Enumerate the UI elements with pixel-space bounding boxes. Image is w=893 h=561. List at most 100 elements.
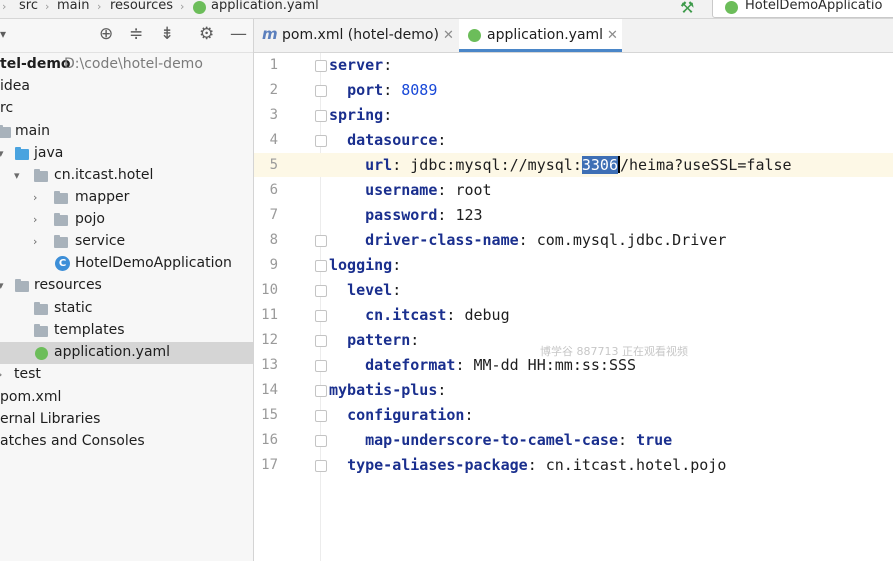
- spring-leaf-icon: [35, 347, 48, 360]
- fold-marker-icon[interactable]: [315, 360, 327, 372]
- code-line-15: configuration:: [347, 406, 474, 424]
- tree-item-label: static: [54, 300, 93, 316]
- run-config-label: HotelDemoApplicatio: [745, 0, 883, 13]
- tree-item-label: pom.xml: [0, 389, 62, 405]
- breadcrumb: › src › main › resources › application.y…: [0, 0, 893, 19]
- folder-icon: [34, 324, 48, 337]
- code-line-12: pattern:: [347, 331, 420, 349]
- tree-item[interactable]: › service: [0, 231, 253, 253]
- spring-leaf-icon: [468, 29, 481, 42]
- tree-item[interactable]: rc: [0, 98, 253, 120]
- breadcrumb-item[interactable]: resources: [110, 0, 173, 13]
- expand-all-icon[interactable]: ≑: [129, 24, 143, 44]
- close-icon[interactable]: ✕: [443, 28, 454, 43]
- spring-leaf-icon: [725, 1, 738, 14]
- line-number: 3: [269, 107, 278, 123]
- locate-target-icon[interactable]: ⊕: [99, 24, 113, 44]
- chevron-right-icon[interactable]: ›: [33, 235, 37, 248]
- tree-item[interactable]: main: [0, 121, 253, 143]
- yaml-value: true: [636, 431, 673, 449]
- yaml-value: root: [455, 181, 492, 199]
- tree-item[interactable]: ernal Libraries: [0, 409, 253, 431]
- fold-marker-icon[interactable]: [315, 135, 327, 147]
- gear-icon[interactable]: ⚙: [199, 24, 214, 44]
- code-line-3: spring:: [329, 106, 393, 124]
- tree-item-selected[interactable]: application.yaml: [0, 342, 253, 364]
- tree-item-label: idea: [0, 78, 30, 94]
- code-line-4: datasource:: [347, 131, 447, 149]
- tree-item[interactable]: › mapper: [0, 187, 253, 209]
- close-icon[interactable]: ✕: [607, 28, 618, 43]
- line-number: 10: [261, 282, 278, 298]
- tree-item-label: resources: [34, 277, 102, 293]
- code-line-9: logging:: [329, 256, 402, 274]
- yaml-key: logging: [329, 256, 393, 274]
- code-line-10: level:: [347, 281, 402, 299]
- line-number: 5: [269, 157, 278, 173]
- code-line-7: password: 123: [365, 206, 483, 224]
- tab-label: pom.xml (hotel-demo): [282, 27, 439, 43]
- code-line-11: cn.itcast: debug: [365, 306, 510, 324]
- fold-marker-icon[interactable]: [315, 235, 327, 247]
- yaml-key: pattern: [347, 331, 411, 349]
- line-number: 1: [269, 57, 278, 73]
- chevron-right-icon[interactable]: ›: [33, 191, 37, 204]
- fold-marker-icon[interactable]: [315, 85, 327, 97]
- tree-item-root[interactable]: tel-demo D:\code\hotel-demo: [0, 54, 253, 76]
- tree-item[interactable]: idea: [0, 76, 253, 98]
- fold-marker-icon[interactable]: [315, 385, 327, 397]
- tree-item[interactable]: › test: [0, 364, 253, 386]
- resources-folder-icon: [15, 279, 29, 292]
- fold-marker-icon[interactable]: [315, 260, 327, 272]
- tree-item[interactable]: templates: [0, 320, 253, 342]
- text-selection[interactable]: 3306: [581, 156, 618, 174]
- line-number: 9: [269, 257, 278, 273]
- package-icon: [54, 191, 68, 204]
- fold-marker-icon[interactable]: [315, 435, 327, 447]
- yaml-key: map-underscore-to-camel-case: [365, 431, 618, 449]
- tree-item-label: atches and Consoles: [0, 433, 145, 449]
- fold-marker-icon[interactable]: [315, 60, 327, 72]
- line-number: 17: [261, 457, 278, 473]
- tree-item[interactable]: C HotelDemoApplication: [0, 253, 253, 275]
- yaml-value: debug: [464, 306, 510, 324]
- spring-leaf-icon: [193, 1, 206, 14]
- collapse-all-icon[interactable]: ⇟: [160, 24, 174, 44]
- tab-pom-xml[interactable]: m pom.xml (hotel-demo) ✕: [254, 19, 458, 52]
- chevron-right-icon[interactable]: ›: [33, 213, 37, 226]
- minimize-icon[interactable]: —: [230, 24, 247, 44]
- line-number: 6: [269, 182, 278, 198]
- tree-item[interactable]: atches and Consoles: [0, 431, 253, 453]
- run-config-selector[interactable]: HotelDemoApplicatio: [712, 0, 893, 18]
- tree-item[interactable]: ▾ cn.itcast.hotel: [0, 165, 253, 187]
- dropdown-arrow-icon[interactable]: ▾: [0, 27, 6, 41]
- tab-application-yaml[interactable]: application.yaml ✕: [459, 19, 622, 52]
- tree-item[interactable]: ▾ resources: [0, 275, 253, 297]
- breadcrumb-item[interactable]: src: [19, 0, 38, 13]
- yaml-value: jdbc:mysql://mysql:: [410, 156, 582, 174]
- project-toolbar: ▾ ⊕ ≑ ⇟ ⚙ —: [0, 19, 253, 53]
- breadcrumb-item[interactable]: main: [57, 0, 89, 13]
- tree-item[interactable]: ▾ java: [0, 143, 253, 165]
- folder-icon: [34, 302, 48, 315]
- chevron-down-icon[interactable]: ▾: [0, 147, 4, 160]
- breadcrumb-item[interactable]: application.yaml: [211, 0, 319, 13]
- tree-item[interactable]: static: [0, 298, 253, 320]
- yaml-key: cn.itcast: [365, 306, 447, 324]
- tree-item[interactable]: pom.xml: [0, 387, 253, 409]
- tree-item[interactable]: › pojo: [0, 209, 253, 231]
- chevron-down-icon[interactable]: ▾: [0, 279, 4, 292]
- chevron-right-icon[interactable]: ›: [0, 368, 2, 381]
- tree-item-label: pojo: [75, 211, 105, 227]
- line-number: 15: [261, 407, 278, 423]
- build-hammer-icon[interactable]: ⚒: [680, 0, 694, 17]
- fold-marker-icon[interactable]: [315, 460, 327, 472]
- fold-marker-icon[interactable]: [315, 110, 327, 122]
- tab-label: application.yaml: [487, 27, 604, 43]
- fold-marker-icon[interactable]: [315, 310, 327, 322]
- fold-marker-icon[interactable]: [315, 410, 327, 422]
- fold-marker-icon[interactable]: [315, 285, 327, 297]
- yaml-key: driver-class-name: [365, 231, 519, 249]
- chevron-down-icon[interactable]: ▾: [14, 169, 20, 182]
- fold-marker-icon[interactable]: [315, 335, 327, 347]
